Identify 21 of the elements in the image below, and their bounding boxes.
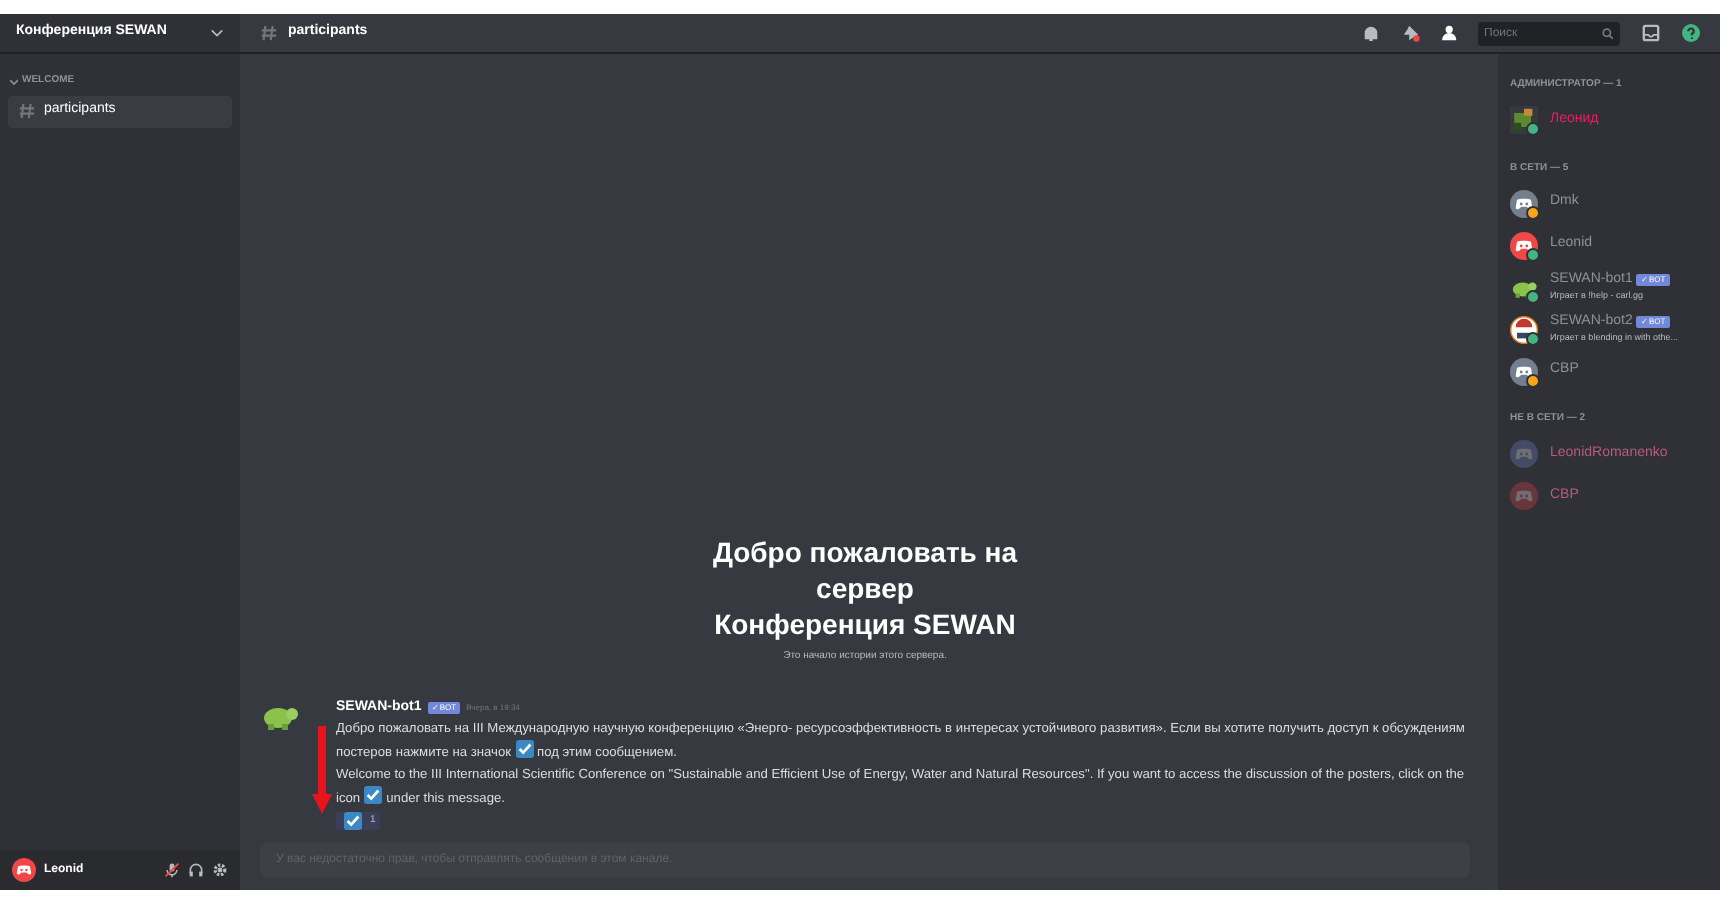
welcome-title: Добро пожаловать на сервер Конференция SEWAN xyxy=(712,534,1018,642)
headphones-icon[interactable] xyxy=(188,862,204,878)
hash-icon xyxy=(260,24,278,42)
microphone-icon[interactable] xyxy=(164,862,180,878)
search-icon xyxy=(1602,27,1614,39)
settings-icon[interactable] xyxy=(212,862,228,878)
inbox-icon[interactable] xyxy=(1642,24,1660,42)
arrow-annotation xyxy=(312,725,332,813)
members-icon[interactable] xyxy=(1442,24,1460,42)
checkbox-emoji-icon xyxy=(344,812,362,830)
bell-icon[interactable] xyxy=(1362,24,1380,42)
chevron-down-icon[interactable] xyxy=(210,28,224,38)
gamepad-avatar-icon xyxy=(12,858,36,882)
checkbox-emoji-icon xyxy=(364,786,383,804)
checkbox-emoji-icon xyxy=(515,740,534,758)
help-icon[interactable] xyxy=(1682,24,1700,42)
pin-icon[interactable] xyxy=(1402,24,1420,42)
caret-icon[interactable] xyxy=(10,77,18,86)
hash-icon xyxy=(18,102,36,120)
gamepad-avatar-icon xyxy=(1510,440,1538,468)
gamepad-avatar-icon xyxy=(1510,482,1538,510)
